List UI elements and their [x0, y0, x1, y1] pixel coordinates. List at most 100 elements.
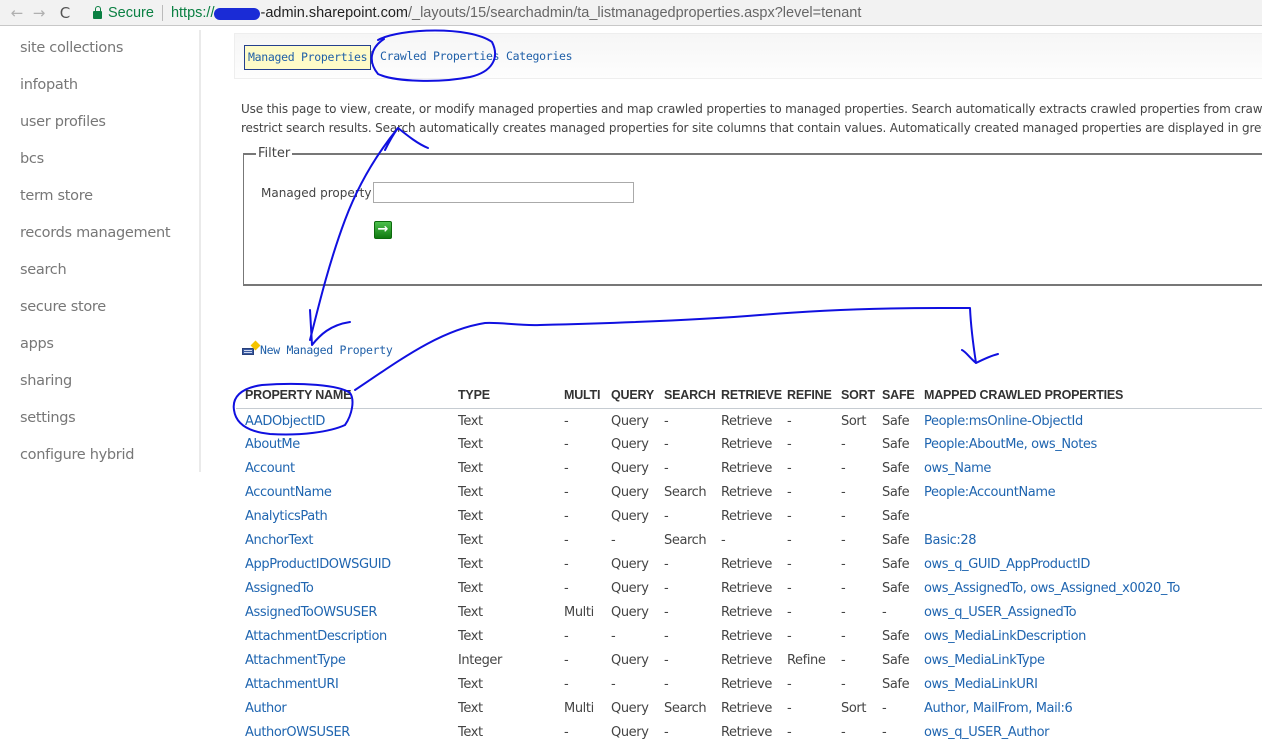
- redacted-scribble: [214, 7, 261, 20]
- cell-sort: -: [841, 724, 846, 740]
- cell-query: -: [611, 628, 616, 644]
- filter-group: Filter Managed property →: [243, 146, 1262, 286]
- description-line: restrict search results. Search automati…: [241, 121, 1262, 135]
- cell-mapped-crawled-properties[interactable]: ows_q_GUID_AppProductID: [924, 552, 1262, 576]
- cell-type: Text: [458, 604, 483, 620]
- cell-search: -: [664, 628, 669, 644]
- cell-mapped-crawled-properties[interactable]: ows_MediaLinkType: [924, 648, 1262, 672]
- sidebar-item-search[interactable]: search: [0, 252, 199, 289]
- cell-property-name[interactable]: AADObjectID: [236, 408, 458, 432]
- sidebar-item-sharing[interactable]: sharing: [0, 363, 199, 400]
- cell-property-name[interactable]: AppProductIDOWSGUID: [236, 552, 458, 576]
- table-row: AssignedToOWSUSER Text Multi Query - Retrieve…: [236, 600, 1262, 624]
- cell-safe: Safe: [882, 556, 910, 572]
- table-row: AttachmentType Integer - Query - Retrieve Refi…: [236, 648, 1262, 672]
- cell-property-name[interactable]: AssignedTo: [236, 576, 458, 600]
- sidebar-item-configure-hybrid[interactable]: configure hybrid: [0, 437, 199, 474]
- cell-refine: -: [787, 604, 792, 620]
- cell-mapped-crawled-properties[interactable]: People:AccountName: [924, 480, 1262, 504]
- cell-property-name[interactable]: Account: [236, 456, 458, 480]
- table-row: AnalyticsPath Text - Query - Retrieve - - Safe: [236, 504, 1262, 528]
- tab-managed-properties[interactable]: Managed Properties: [244, 45, 372, 70]
- table-row: AppProductIDOWSGUID Text - Query - Retrieve - -…: [236, 552, 1262, 576]
- cell-mapped-crawled-properties[interactable]: Author, MailFrom, Mail:6: [924, 696, 1262, 720]
- forward-icon[interactable]: →: [28, 4, 50, 22]
- cell-search: -: [664, 556, 669, 572]
- cell-retrieve: Retrieve: [721, 628, 772, 644]
- cell-safe: -: [882, 700, 887, 716]
- cell-safe: -: [882, 724, 887, 740]
- cell-property-name[interactable]: AttachmentType: [236, 648, 458, 672]
- cell-query: Query: [611, 700, 649, 716]
- reload-icon[interactable]: C: [54, 4, 76, 22]
- sidebar-item-settings[interactable]: settings: [0, 400, 199, 437]
- cell-property-name[interactable]: AboutMe: [236, 432, 458, 456]
- cell-type: Text: [458, 413, 483, 429]
- header-type: TYPE: [458, 382, 564, 409]
- cell-multi: -: [564, 556, 569, 572]
- cell-mapped-crawled-properties[interactable]: People:msOnline-ObjectId: [924, 408, 1262, 432]
- cell-multi: Multi: [564, 604, 594, 620]
- cell-property-name[interactable]: AuthorOWSUSER: [236, 720, 458, 744]
- new-item-icon: [242, 340, 261, 355]
- cell-mapped-crawled-properties[interactable]: ows_MediaLinkDescription: [924, 624, 1262, 648]
- header-safe: SAFE: [882, 382, 924, 409]
- cell-property-name[interactable]: AttachmentURI: [236, 672, 458, 696]
- cell-retrieve: Retrieve: [721, 580, 772, 596]
- cell-mapped-crawled-properties[interactable]: People:AboutMe, ows_Notes: [924, 432, 1262, 456]
- cell-property-name[interactable]: AttachmentDescription: [236, 624, 458, 648]
- cell-mapped-crawled-properties[interactable]: Basic:28: [924, 528, 1262, 552]
- cell-property-name[interactable]: AnchorText: [236, 528, 458, 552]
- cell-search: -: [664, 436, 669, 452]
- sidebar-item-records-management[interactable]: records management: [0, 215, 199, 252]
- cell-refine: -: [787, 532, 792, 548]
- cell-property-name[interactable]: AccountName: [236, 480, 458, 504]
- cell-retrieve: Retrieve: [721, 436, 772, 452]
- header-property-name[interactable]: PROPERTY NAME: [236, 382, 458, 409]
- sidebar-item-secure-store[interactable]: secure store: [0, 289, 199, 326]
- cell-mapped-crawled-properties[interactable]: ows_Name: [924, 456, 1262, 480]
- back-icon[interactable]: ←: [6, 4, 28, 22]
- cell-retrieve: Retrieve: [721, 508, 772, 524]
- cell-sort: -: [841, 460, 846, 476]
- cell-sort: -: [841, 628, 846, 644]
- managed-property-input[interactable]: [373, 182, 634, 203]
- cell-mapped-crawled-properties[interactable]: ows_MediaLinkURI: [924, 672, 1262, 696]
- cell-refine: -: [787, 676, 792, 692]
- cell-refine: -: [787, 508, 792, 524]
- header-retrieve: RETRIEVE: [721, 382, 787, 409]
- cell-multi: -: [564, 460, 569, 476]
- table-row: Author Text Multi Query Search Retrieve - Sort -…: [236, 696, 1262, 720]
- sidebar-item-infopath[interactable]: infopath: [0, 67, 199, 104]
- cell-search: Search: [664, 700, 707, 716]
- cell-query: Query: [611, 484, 649, 500]
- sidebar-item-bcs[interactable]: bcs: [0, 141, 199, 178]
- sidebar-item-term-store[interactable]: term store: [0, 178, 199, 215]
- tab-categories[interactable]: Categories: [503, 45, 575, 70]
- sidebar-item-apps[interactable]: apps: [0, 326, 199, 363]
- cell-property-name[interactable]: Author: [236, 696, 458, 720]
- cell-search: Search: [664, 484, 707, 500]
- go-arrow-button[interactable]: →: [374, 221, 392, 239]
- divider: [161, 5, 163, 21]
- cell-property-name[interactable]: AnalyticsPath: [236, 504, 458, 528]
- table-row: AssignedTo Text - Query - Retrieve - - Safe ows_A…: [236, 576, 1262, 600]
- cell-safe: Safe: [882, 484, 910, 500]
- tab-crawled-properties[interactable]: Crawled Properties: [377, 45, 502, 70]
- sidebar-item-site-collections[interactable]: site collections: [0, 30, 199, 67]
- cell-sort: -: [841, 580, 846, 596]
- cell-refine: -: [787, 580, 792, 596]
- cell-retrieve: Retrieve: [721, 676, 772, 692]
- sidebar-item-user-profiles[interactable]: user profiles: [0, 104, 199, 141]
- cell-type: Text: [458, 532, 483, 548]
- cell-mapped-crawled-properties[interactable]: ows_q_USER_AssignedTo: [924, 600, 1262, 624]
- cell-mapped-crawled-properties[interactable]: ows_q_USER_Author: [924, 720, 1262, 744]
- cell-type: Text: [458, 508, 483, 524]
- new-managed-property-link[interactable]: New Managed Property: [242, 340, 393, 357]
- cell-safe: Safe: [882, 580, 910, 596]
- cell-property-name[interactable]: AssignedToOWSUSER: [236, 600, 458, 624]
- cell-sort: Sort: [841, 700, 867, 716]
- address-bar[interactable]: Secure https:// -admin.sharepoint.com /_…: [93, 1, 861, 25]
- cell-mapped-crawled-properties[interactable]: ows_AssignedTo, ows_Assigned_x0020_To: [924, 576, 1262, 600]
- cell-retrieve: Retrieve: [721, 556, 772, 572]
